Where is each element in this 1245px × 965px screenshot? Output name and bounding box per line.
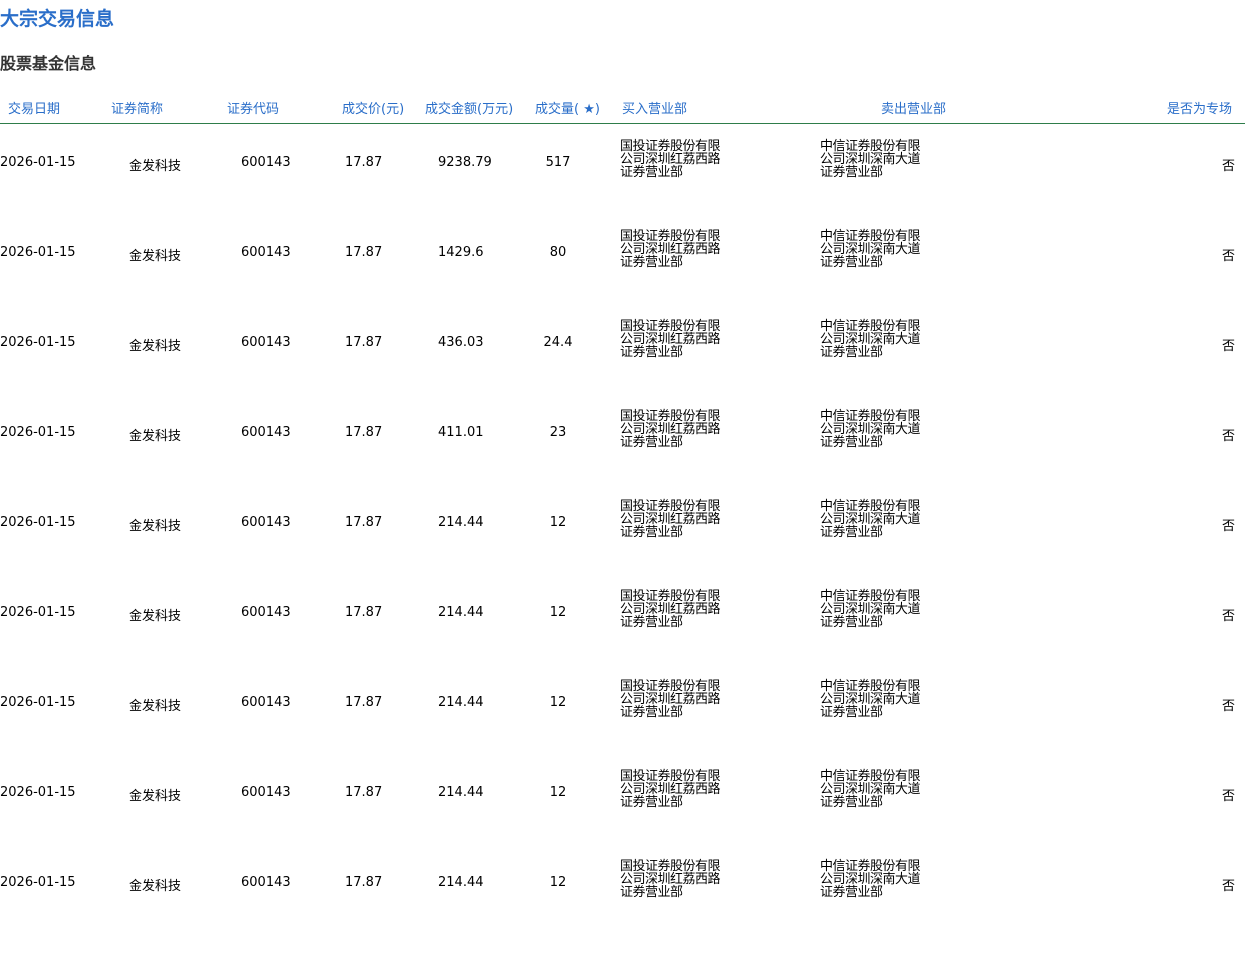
cell-buy-dept: 国投证券股份有限公司深圳红荔西路证券营业部 <box>620 229 721 270</box>
cell-date: 2026-01-15 <box>0 875 76 890</box>
cell-security-name: 金发科技 <box>129 699 182 714</box>
cell-security-code: 600143 <box>241 515 291 530</box>
cell-security-name: 金发科技 <box>129 519 182 534</box>
cell-date: 2026-01-15 <box>0 515 76 530</box>
cell-volume: 517 <box>545 155 571 170</box>
cell-sell-dept: 中信证券股份有限公司深圳深南大道证券营业部 <box>820 319 921 360</box>
cell-volume: 23 <box>549 425 567 440</box>
cell-volume: 12 <box>549 785 567 800</box>
cell-security-code: 600143 <box>241 875 291 890</box>
cell-volume: 12 <box>549 605 567 620</box>
column-header-volume[interactable]: 成交量( ★) <box>535 98 600 117</box>
cell-buy-dept: 国投证券股份有限公司深圳红荔西路证券营业部 <box>620 499 721 540</box>
cell-price: 17.87 <box>345 875 383 890</box>
cell-price: 17.87 <box>345 605 383 620</box>
cell-sell-dept: 中信证券股份有限公司深圳深南大道证券营业部 <box>820 409 921 450</box>
column-header-sell-dept[interactable]: 卖出营业部 <box>881 98 946 117</box>
cell-security-code: 600143 <box>241 695 291 710</box>
column-header-amount[interactable]: 成交金额(万元) <box>425 98 513 117</box>
cell-special: 否 <box>1221 339 1235 354</box>
cell-security-name: 金发科技 <box>129 429 182 444</box>
cell-price: 17.87 <box>345 425 383 440</box>
cell-price: 17.87 <box>345 245 383 260</box>
cell-special: 否 <box>1221 879 1235 894</box>
cell-volume: 80 <box>549 245 567 260</box>
cell-date: 2026-01-15 <box>0 335 76 350</box>
cell-date: 2026-01-15 <box>0 155 76 170</box>
cell-sell-dept: 中信证券股份有限公司深圳深南大道证券营业部 <box>820 139 921 180</box>
cell-security-name: 金发科技 <box>129 249 182 264</box>
page-title: 大宗交易信息 <box>0 8 115 30</box>
cell-sell-dept: 中信证券股份有限公司深圳深南大道证券营业部 <box>820 859 921 900</box>
cell-price: 17.87 <box>345 695 383 710</box>
cell-security-code: 600143 <box>241 425 291 440</box>
cell-security-name: 金发科技 <box>129 789 182 804</box>
cell-security-code: 600143 <box>241 245 291 260</box>
cell-date: 2026-01-15 <box>0 785 76 800</box>
cell-security-code: 600143 <box>241 785 291 800</box>
cell-buy-dept: 国投证券股份有限公司深圳红荔西路证券营业部 <box>620 769 721 810</box>
cell-volume: 24.4 <box>543 335 573 350</box>
cell-price: 17.87 <box>345 515 383 530</box>
cell-buy-dept: 国投证券股份有限公司深圳红荔西路证券营业部 <box>620 139 721 180</box>
cell-special: 否 <box>1221 699 1235 714</box>
cell-volume: 12 <box>549 515 567 530</box>
cell-amount: 411.01 <box>438 425 484 440</box>
cell-amount: 9238.79 <box>438 155 492 170</box>
cell-special: 否 <box>1221 249 1235 264</box>
cell-special: 否 <box>1221 519 1235 534</box>
cell-security-name: 金发科技 <box>129 609 182 624</box>
cell-security-name: 金发科技 <box>129 159 182 174</box>
cell-price: 17.87 <box>345 155 383 170</box>
cell-price: 17.87 <box>345 335 383 350</box>
cell-volume: 12 <box>549 695 567 710</box>
column-header-date[interactable]: 交易日期 <box>8 98 60 117</box>
cell-security-name: 金发科技 <box>129 879 182 894</box>
column-header-buy-dept[interactable]: 买入营业部 <box>622 98 687 117</box>
cell-buy-dept: 国投证券股份有限公司深圳红荔西路证券营业部 <box>620 319 721 360</box>
cell-special: 否 <box>1221 159 1235 174</box>
cell-amount: 436.03 <box>438 335 484 350</box>
cell-special: 否 <box>1221 609 1235 624</box>
cell-amount: 214.44 <box>438 875 484 890</box>
cell-date: 2026-01-15 <box>0 605 76 620</box>
cell-sell-dept: 中信证券股份有限公司深圳深南大道证券营业部 <box>820 229 921 270</box>
cell-amount: 214.44 <box>438 515 484 530</box>
cell-security-code: 600143 <box>241 155 291 170</box>
column-header-special[interactable]: 是否为专场 <box>1167 98 1232 117</box>
cell-sell-dept: 中信证券股份有限公司深圳深南大道证券营业部 <box>820 769 921 810</box>
cell-amount: 214.44 <box>438 785 484 800</box>
section-title: 股票基金信息 <box>0 54 97 73</box>
cell-security-code: 600143 <box>241 605 291 620</box>
cell-amount: 214.44 <box>438 605 484 620</box>
cell-sell-dept: 中信证券股份有限公司深圳深南大道证券营业部 <box>820 589 921 630</box>
cell-date: 2026-01-15 <box>0 245 76 260</box>
cell-sell-dept: 中信证券股份有限公司深圳深南大道证券营业部 <box>820 679 921 720</box>
cell-amount: 1429.6 <box>438 245 484 260</box>
cell-security-code: 600143 <box>241 335 291 350</box>
cell-date: 2026-01-15 <box>0 425 76 440</box>
table-row: 2026-01-15 金发科技 600143 17.87 214.44 12 国投证券股份有… <box>0 860 1245 965</box>
cell-special: 否 <box>1221 429 1235 444</box>
cell-date: 2026-01-15 <box>0 695 76 710</box>
cell-security-name: 金发科技 <box>129 339 182 354</box>
column-header-name[interactable]: 证券简称 <box>111 98 163 117</box>
cell-buy-dept: 国投证券股份有限公司深圳红荔西路证券营业部 <box>620 589 721 630</box>
cell-buy-dept: 国投证券股份有限公司深圳红荔西路证券营业部 <box>620 409 721 450</box>
cell-special: 否 <box>1221 789 1235 804</box>
cell-sell-dept: 中信证券股份有限公司深圳深南大道证券营业部 <box>820 499 921 540</box>
cell-price: 17.87 <box>345 785 383 800</box>
cell-amount: 214.44 <box>438 695 484 710</box>
table-header: 交易日期 证券简称 证券代码 成交价(元) 成交金额(万元) 成交量( ★) 买… <box>0 90 1245 124</box>
column-header-code[interactable]: 证券代码 <box>227 98 279 117</box>
cell-volume: 12 <box>549 875 567 890</box>
column-header-price[interactable]: 成交价(元) <box>342 98 404 117</box>
cell-buy-dept: 国投证券股份有限公司深圳红荔西路证券营业部 <box>620 679 721 720</box>
cell-buy-dept: 国投证券股份有限公司深圳红荔西路证券营业部 <box>620 859 721 900</box>
